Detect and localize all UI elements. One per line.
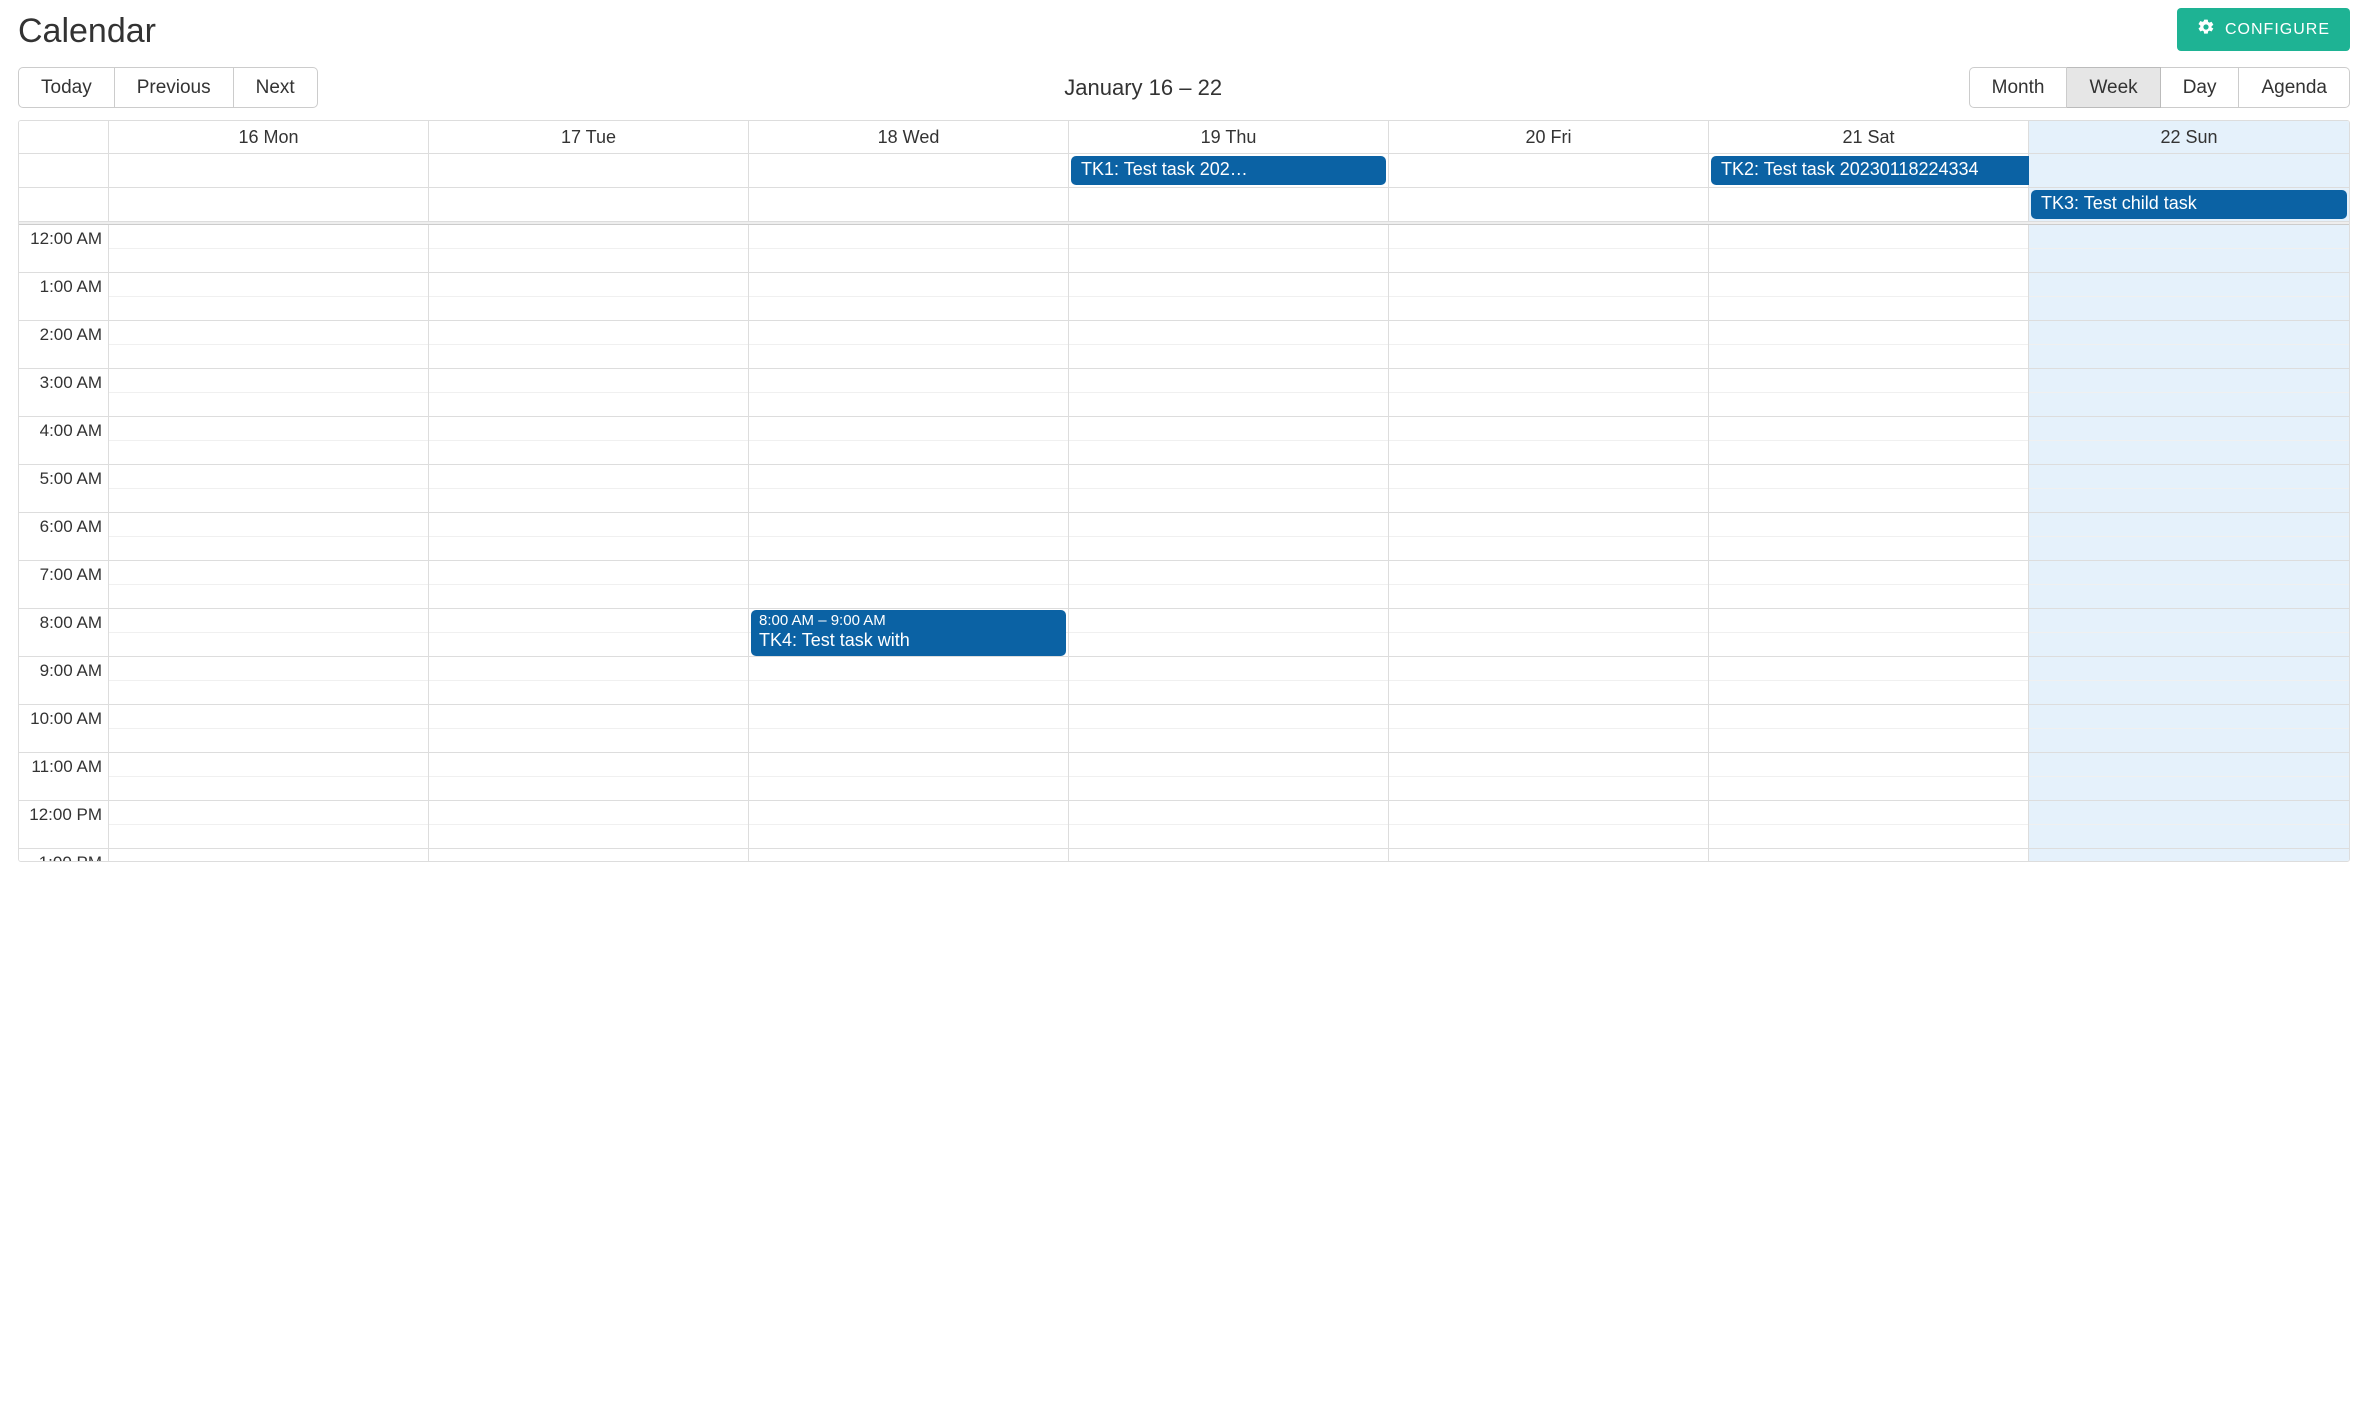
day-header-tue[interactable]: 17 Tue — [429, 121, 749, 153]
nav-button-group: Today Previous Next — [18, 67, 318, 108]
view-month-button[interactable]: Month — [1969, 67, 2068, 108]
previous-button[interactable]: Previous — [115, 67, 234, 108]
allday-cell-sun-1[interactable]: TK3: Test child task — [2029, 188, 2349, 221]
allday-cell-sun-0[interactable] — [2029, 154, 2349, 187]
allday-cell-sat-1[interactable] — [1709, 188, 2029, 221]
allday-gutter-0 — [19, 154, 109, 187]
day-col-wed[interactable]: 8:00 AM – 9:00 AMTK4: Test task with — [749, 225, 1069, 861]
gear-icon — [2197, 18, 2215, 41]
configure-button[interactable]: CONFIGURE — [2177, 8, 2350, 51]
day-header-mon[interactable]: 16 Mon — [109, 121, 429, 153]
day-col-tue[interactable] — [429, 225, 749, 861]
allday-cell-wed-1[interactable] — [749, 188, 1069, 221]
event-tk4[interactable]: 8:00 AM – 9:00 AMTK4: Test task with — [751, 610, 1066, 656]
time-label: 2:00 AM — [19, 321, 108, 369]
allday-cell-fri-1[interactable] — [1389, 188, 1709, 221]
time-label: 12:00 PM — [19, 801, 108, 849]
next-button[interactable]: Next — [234, 67, 318, 108]
allday-row-0: TK1: Test task 202… TK2: Test task 20230… — [19, 154, 2349, 188]
allday-cell-tue-0[interactable] — [429, 154, 749, 187]
time-label: 1:00 AM — [19, 273, 108, 321]
event-title: TK4: Test task with — [759, 630, 1058, 651]
view-agenda-button[interactable]: Agenda — [2239, 67, 2350, 108]
day-col-fri[interactable] — [1389, 225, 1709, 861]
allday-cell-sat-0[interactable]: TK2: Test task 20230118224334 — [1709, 154, 2029, 187]
allday-row-1: TK3: Test child task — [19, 188, 2349, 222]
allday-cell-mon-0[interactable] — [109, 154, 429, 187]
time-label: 4:00 AM — [19, 417, 108, 465]
day-header-wed[interactable]: 18 Wed — [749, 121, 1069, 153]
allday-cell-thu-1[interactable] — [1069, 188, 1389, 221]
day-col-sat[interactable] — [1709, 225, 2029, 861]
allday-cell-fri-0[interactable] — [1389, 154, 1709, 187]
today-button[interactable]: Today — [18, 67, 115, 108]
time-label: 6:00 AM — [19, 513, 108, 561]
configure-label: CONFIGURE — [2225, 21, 2330, 39]
calendar-column-headers: 16 Mon 17 Tue 18 Wed 19 Thu 20 Fri 21 Sa… — [19, 121, 2349, 154]
day-header-sun[interactable]: 22 Sun — [2029, 121, 2349, 153]
day-col-thu[interactable] — [1069, 225, 1389, 861]
time-label: 9:00 AM — [19, 657, 108, 705]
day-header-fri[interactable]: 20 Fri — [1389, 121, 1709, 153]
view-day-button[interactable]: Day — [2161, 67, 2240, 108]
allday-cell-thu-0[interactable]: TK1: Test task 202… — [1069, 154, 1389, 187]
allday-gutter-1 — [19, 188, 109, 221]
event-tk1[interactable]: TK1: Test task 202… — [1071, 156, 1386, 185]
date-range-label: January 16 – 22 — [1064, 75, 1222, 101]
event-time-label: 8:00 AM – 9:00 AM — [759, 613, 1058, 630]
day-header-thu[interactable]: 19 Thu — [1069, 121, 1389, 153]
allday-cell-wed-0[interactable] — [749, 154, 1069, 187]
day-header-sat[interactable]: 21 Sat — [1709, 121, 2029, 153]
day-col-mon[interactable] — [109, 225, 429, 861]
allday-cell-tue-1[interactable] — [429, 188, 749, 221]
time-label: 5:00 AM — [19, 465, 108, 513]
event-tk3[interactable]: TK3: Test child task — [2031, 190, 2347, 219]
calendar-grid: 16 Mon 17 Tue 18 Wed 19 Thu 20 Fri 21 Sa… — [18, 120, 2350, 862]
time-label: 7:00 AM — [19, 561, 108, 609]
time-label: 11:00 AM — [19, 753, 108, 801]
gutter-header — [19, 121, 109, 153]
time-label: 12:00 AM — [19, 225, 108, 273]
allday-cell-mon-1[interactable] — [109, 188, 429, 221]
page-title: Calendar — [18, 12, 156, 51]
time-label: 10:00 AM — [19, 705, 108, 753]
view-week-button[interactable]: Week — [2067, 67, 2160, 108]
time-label: 3:00 AM — [19, 369, 108, 417]
view-button-group: Month Week Day Agenda — [1969, 67, 2350, 108]
time-label: 8:00 AM — [19, 609, 108, 657]
day-col-sun[interactable] — [2029, 225, 2349, 861]
time-grid: 12:00 AM1:00 AM2:00 AM3:00 AM4:00 AM5:00… — [19, 225, 2349, 861]
time-label: 1:00 PM — [19, 849, 108, 861]
time-gutter: 12:00 AM1:00 AM2:00 AM3:00 AM4:00 AM5:00… — [19, 225, 109, 861]
